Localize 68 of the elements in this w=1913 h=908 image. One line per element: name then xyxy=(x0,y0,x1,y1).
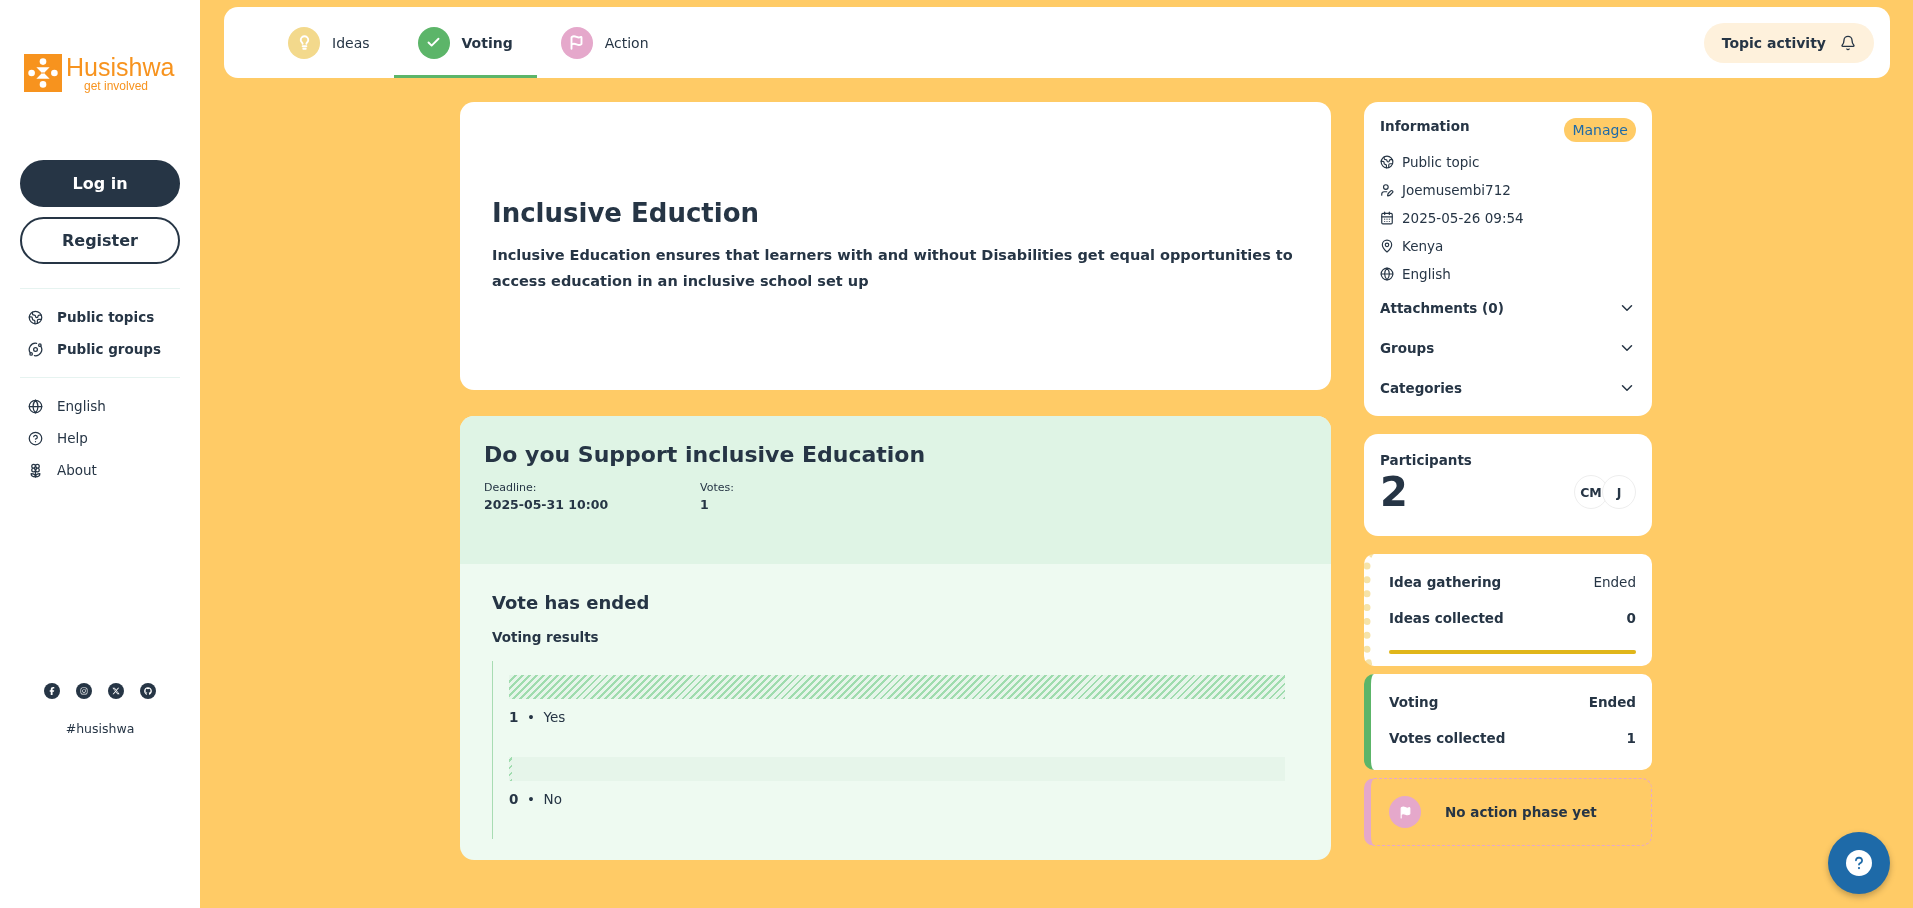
register-button[interactable]: Register xyxy=(20,217,180,264)
section-toggle[interactable]: Attachments (0) xyxy=(1380,288,1636,328)
phase-name: Voting xyxy=(1389,694,1439,710)
card-title: Participants xyxy=(1380,452,1472,468)
flower-icon xyxy=(28,462,43,478)
phase-status: Ended xyxy=(1588,694,1636,710)
check-icon xyxy=(426,35,441,50)
participant-count: 2 xyxy=(1380,469,1408,515)
meta-label: Votes: xyxy=(700,481,735,494)
phase-tab[interactable]: Ideas xyxy=(264,7,394,78)
phase-status: Ended xyxy=(1593,574,1636,590)
globe-icon xyxy=(1380,155,1394,169)
nav-link[interactable]: Public groups xyxy=(20,333,180,365)
section-toggle[interactable]: Groups xyxy=(1380,328,1636,368)
info-text: Kenya xyxy=(1402,238,1444,254)
bell-icon xyxy=(1840,34,1856,51)
hashtag-text: #husishwa xyxy=(64,721,136,736)
topic-activity-button[interactable]: Topic activity xyxy=(1703,22,1874,63)
stat-value: 0 xyxy=(1626,610,1636,626)
meta-value: 1 xyxy=(700,497,710,512)
avatar: J xyxy=(1602,475,1636,509)
user-edit-icon xyxy=(1380,183,1394,197)
info-text: Joemusembi712 xyxy=(1402,182,1511,198)
phase-name: Idea gathering xyxy=(1389,574,1502,590)
info-text: Public topic xyxy=(1402,154,1480,170)
x-icon[interactable] xyxy=(108,683,124,699)
logo-icon xyxy=(24,54,62,92)
result-label: 0 • No xyxy=(509,791,563,807)
vote-question: Do you Support inclusive Education xyxy=(484,442,927,467)
globe-icon xyxy=(28,309,43,325)
vote-status: Vote has ended xyxy=(492,592,651,613)
instagram-icon[interactable] xyxy=(76,683,92,699)
login-button[interactable]: Log in xyxy=(20,160,180,207)
card-title: Information xyxy=(1380,118,1470,134)
section-toggle[interactable]: Categories xyxy=(1380,368,1636,408)
nav-link[interactable]: Help xyxy=(20,422,180,454)
topic-description: Inclusive Education ensures that learners with and without Disabilities get equal opportunities to access education in an inclusive school set up xyxy=(492,246,1294,291)
nav-link[interactable]: About xyxy=(20,454,180,486)
phase-tab[interactable]: Action xyxy=(536,7,673,78)
stat-value: 1 xyxy=(1626,730,1636,746)
globe-icon xyxy=(28,398,43,414)
stat-label: Votes collected xyxy=(1389,730,1506,746)
dots-circle-icon xyxy=(28,341,43,357)
logo-tagline: get involved xyxy=(84,79,150,92)
flag-icon xyxy=(569,35,585,50)
facebook-icon[interactable] xyxy=(44,683,60,699)
result-label: 1 • Yes xyxy=(509,709,567,725)
globe-icon xyxy=(1380,267,1394,281)
results-title: Voting results xyxy=(492,629,600,645)
info-text: English xyxy=(1402,266,1451,282)
logo-name: Husishwa xyxy=(66,54,175,80)
nav-link[interactable]: English xyxy=(20,390,180,422)
flag-badge xyxy=(1389,796,1421,828)
nav-link[interactable]: Public topics xyxy=(20,301,180,333)
calendar-icon xyxy=(1380,211,1394,225)
phase-tab[interactable]: Voting xyxy=(393,7,537,78)
help-button[interactable] xyxy=(1828,832,1890,894)
stat-label: Ideas collected xyxy=(1389,610,1504,626)
topic-title: Inclusive Eduction xyxy=(492,198,761,228)
manage-button[interactable]: Manage xyxy=(1564,118,1636,142)
meta-label: Deadline: xyxy=(484,481,538,494)
question-icon xyxy=(1852,856,1866,870)
info-text: 2025-05-26 09:54 xyxy=(1402,210,1524,226)
phase-name: No action phase yet xyxy=(1445,804,1597,820)
help-icon xyxy=(28,430,43,446)
github-icon[interactable] xyxy=(140,683,156,699)
meta-value: 2025-05-31 10:00 xyxy=(484,497,610,512)
map-pin-icon xyxy=(1380,239,1394,253)
